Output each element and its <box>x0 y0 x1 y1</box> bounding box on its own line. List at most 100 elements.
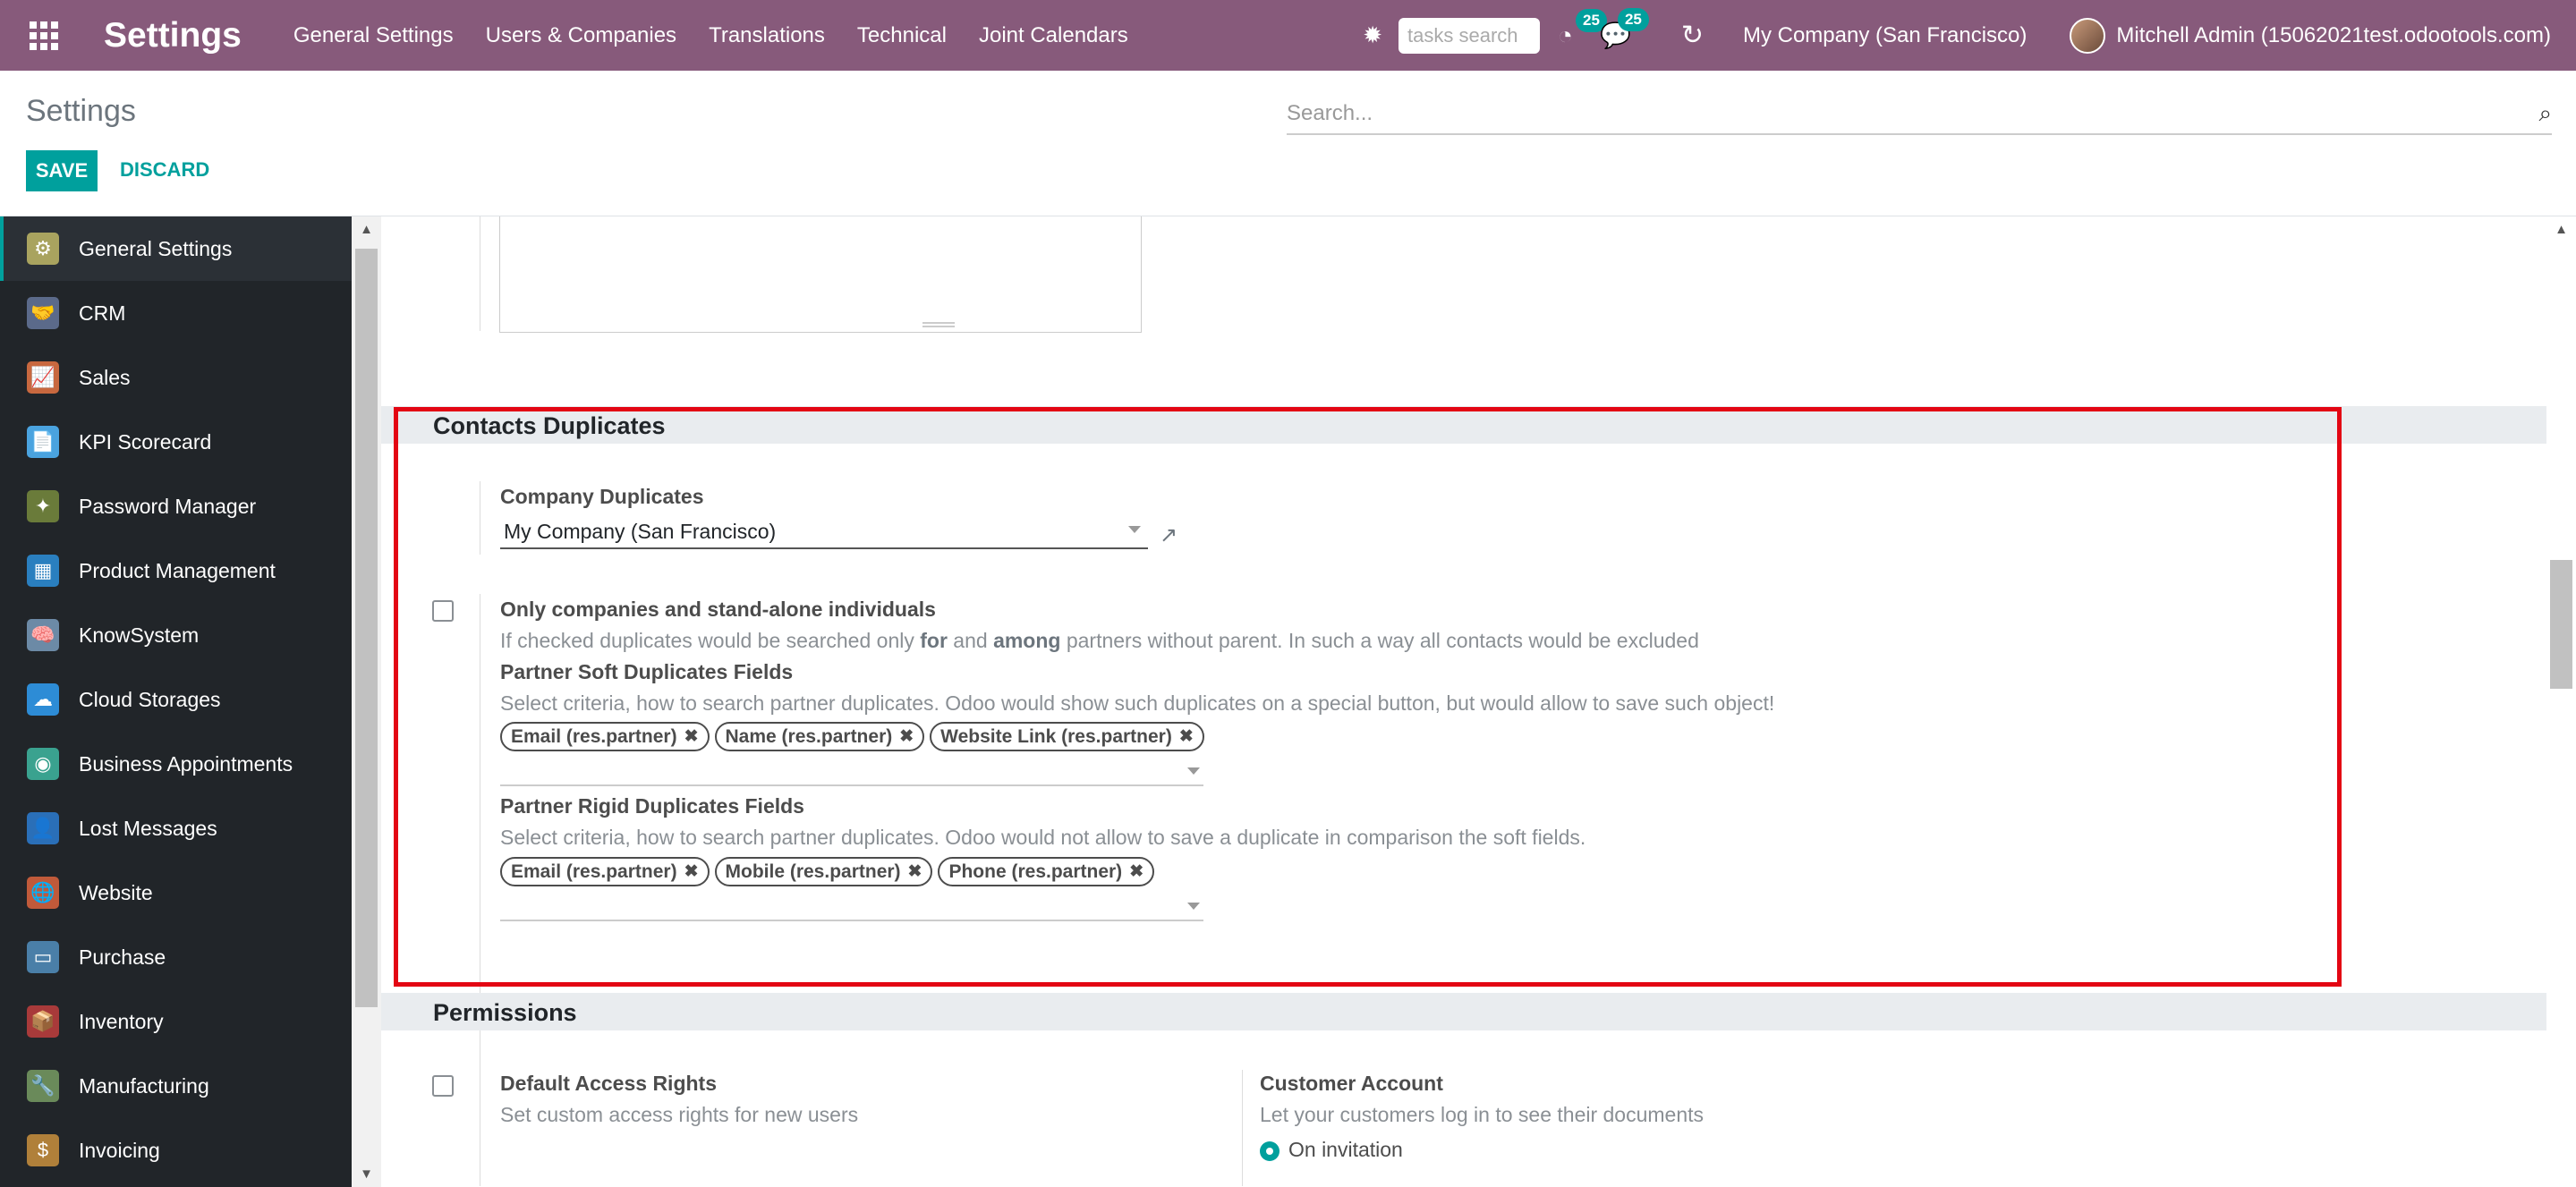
remove-tag-icon[interactable]: ✖ <box>1129 861 1143 882</box>
scrollbar-thumb[interactable] <box>355 249 378 1007</box>
sidebar-item-label: Website <box>79 880 153 904</box>
remove-tag-icon[interactable]: ✖ <box>684 861 699 882</box>
settings-sidebar: ⚙ General Settings 🤝 CRM 📈 Sales 📄 KPI Scorecar… <box>0 216 352 1187</box>
tag-item: Name (res.partner) ✖ <box>714 722 925 751</box>
sidebar-item-lost-messages[interactable]: 👤 Lost Messages <box>0 796 352 861</box>
sidebar-item-password-manager[interactable]: ✦ Password Manager <box>0 474 352 538</box>
navbar-systray: ✹ ◔ 25 💬 25 ↻ My Company (San Francisco)… <box>1363 0 2551 71</box>
sidebar-item-sales[interactable]: 📈 Sales <box>0 345 352 410</box>
app-icon: ⚙ <box>27 233 59 265</box>
company-duplicates-label: Company Duplicates <box>500 485 704 508</box>
chevron-down-icon[interactable] <box>1128 526 1141 533</box>
company-duplicates-value: My Company (San Francisco) <box>504 519 777 543</box>
menu-users-companies[interactable]: Users & Companies <box>486 23 676 48</box>
scroll-up-arrow-icon[interactable]: ▲ <box>352 222 381 237</box>
menu-joint-calendars[interactable]: Joint Calendars <box>979 23 1128 48</box>
soft-duplicates-help: Select criteria, how to search partner d… <box>500 691 1775 715</box>
customer-account-label: Customer Account <box>1260 1072 1443 1095</box>
section-permissions: Permissions <box>381 993 2546 1030</box>
app-icon: ◉ <box>27 748 59 780</box>
app-icon: ▦ <box>27 555 59 587</box>
sync-icon[interactable]: ↻ <box>1681 20 1704 51</box>
scroll-up-arrow-icon[interactable]: ▲ <box>2546 222 2576 237</box>
sidebar-item-invoicing[interactable]: $ Invoicing <box>0 1118 352 1183</box>
scroll-down-arrow-icon[interactable]: ▼ <box>352 1166 381 1182</box>
tag-item: Mobile (res.partner) ✖ <box>714 857 933 886</box>
sidebar-item-kpi-scorecard[interactable]: 📄 KPI Scorecard <box>0 410 352 474</box>
sidebar-item-label: Product Management <box>79 558 276 582</box>
tasks-search-input[interactable] <box>1399 17 1541 54</box>
sidebar-item-business-appointments[interactable]: ◉ Business Appointments <box>0 732 352 796</box>
tag-item: Email (res.partner) ✖ <box>500 722 710 751</box>
sidebar-item-manufacturing[interactable]: 🔧 Manufacturing <box>0 1054 352 1118</box>
textarea-field[interactable] <box>499 216 1142 333</box>
save-button[interactable]: SAVE <box>26 150 98 191</box>
rigid-duplicates-label: Partner Rigid Duplicates Fields <box>500 794 804 818</box>
only-companies-checkbox[interactable] <box>432 600 454 622</box>
external-link-icon[interactable]: ↗ <box>1160 522 1177 548</box>
app-icon: $ <box>27 1134 59 1166</box>
app-icon: 📄 <box>27 426 59 458</box>
app-icon: 🧠 <box>27 619 59 651</box>
sidebar-item-label: Sales <box>79 365 131 389</box>
remove-tag-icon[interactable]: ✖ <box>899 726 914 747</box>
chevron-down-icon[interactable] <box>1187 767 1200 775</box>
app-icon: ▭ <box>27 941 59 973</box>
menu-general-settings[interactable]: General Settings <box>293 23 454 48</box>
activity-clock-icon: ◔ <box>1558 21 1573 49</box>
on-invitation-radio[interactable] <box>1260 1141 1279 1161</box>
discard-button[interactable]: DISCARD <box>120 158 209 182</box>
app-brand[interactable]: Settings <box>104 16 242 55</box>
customer-account-help: Let your customers log in to see their d… <box>1260 1103 1705 1126</box>
sidebar-item-knowsystem[interactable]: 🧠 KnowSystem <box>0 603 352 667</box>
sidebar-item-product-management[interactable]: ▦ Product Management <box>0 538 352 603</box>
content-scrollbar[interactable]: ▲ <box>2546 216 2576 1187</box>
avatar[interactable] <box>2070 17 2106 54</box>
search-input[interactable] <box>1287 101 2539 126</box>
resize-grip[interactable] <box>922 322 955 327</box>
scrollbar-thumb[interactable] <box>2550 560 2572 689</box>
sidebar-item-label: Invoicing <box>79 1138 160 1162</box>
bug-icon[interactable]: ✹ <box>1363 21 1382 49</box>
chevron-down-icon[interactable] <box>1187 903 1200 910</box>
app-icon: ☁ <box>27 683 59 716</box>
apps-grid-icon[interactable] <box>23 15 64 56</box>
sidebar-item-general-settings[interactable]: ⚙ General Settings <box>0 216 352 281</box>
sidebar-item-label: KPI Scorecard <box>79 429 212 454</box>
sidebar-item-label: Inventory <box>79 1009 164 1033</box>
messaging-menu[interactable]: 💬 25 <box>1600 8 1649 50</box>
default-access-checkbox[interactable] <box>432 1075 454 1097</box>
sidebar-item-purchase[interactable]: ▭ Purchase <box>0 925 352 989</box>
soft-duplicates-input[interactable] <box>500 784 1203 786</box>
app-icon: 🌐 <box>27 877 59 909</box>
on-invitation-label[interactable]: On invitation <box>1288 1138 1403 1162</box>
settings-search: ⌕ <box>1287 94 2552 135</box>
soft-duplicates-label: Partner Soft Duplicates Fields <box>500 660 794 683</box>
sidebar-item-inventory[interactable]: 📦 Inventory <box>0 989 352 1054</box>
section-title: Contacts Duplicates <box>433 412 666 439</box>
sidebar-item-website[interactable]: 🌐 Website <box>0 861 352 925</box>
company-duplicates-select[interactable]: My Company (San Francisco) <box>500 515 1148 549</box>
search-icon[interactable]: ⌕ <box>2538 99 2552 128</box>
app-icon: 🔧 <box>27 1070 59 1102</box>
only-companies-label: Only companies and stand-alone individua… <box>500 598 936 621</box>
sidebar-item-cloud-storages[interactable]: ☁ Cloud Storages <box>0 667 352 732</box>
remove-tag-icon[interactable]: ✖ <box>1179 726 1194 747</box>
sidebar-item-crm[interactable]: 🤝 CRM <box>0 281 352 345</box>
tag-item: Phone (res.partner) ✖ <box>938 857 1155 886</box>
sidebar-item-label: Purchase <box>79 945 166 969</box>
rigid-duplicates-input[interactable] <box>500 920 1203 921</box>
company-switcher[interactable]: My Company (San Francisco) <box>1743 23 2027 48</box>
rigid-duplicates-help: Select criteria, how to search partner d… <box>500 826 1586 849</box>
remove-tag-icon[interactable]: ✖ <box>684 726 699 747</box>
activity-menu[interactable]: ◔ 25 <box>1558 8 1607 50</box>
sidebar-item-label: Manufacturing <box>79 1073 209 1098</box>
menu-technical[interactable]: Technical <box>857 23 947 48</box>
menu-translations[interactable]: Translations <box>709 23 825 48</box>
app-icon: 👤 <box>27 812 59 844</box>
sidebar-item-label: KnowSystem <box>79 623 200 647</box>
app-icon: ✦ <box>27 490 59 522</box>
user-menu[interactable]: Mitchell Admin (15062021test.odootools.c… <box>2116 23 2551 48</box>
remove-tag-icon[interactable]: ✖ <box>908 861 922 882</box>
sidebar-scrollbar[interactable]: ▲ ▼ <box>352 216 381 1187</box>
